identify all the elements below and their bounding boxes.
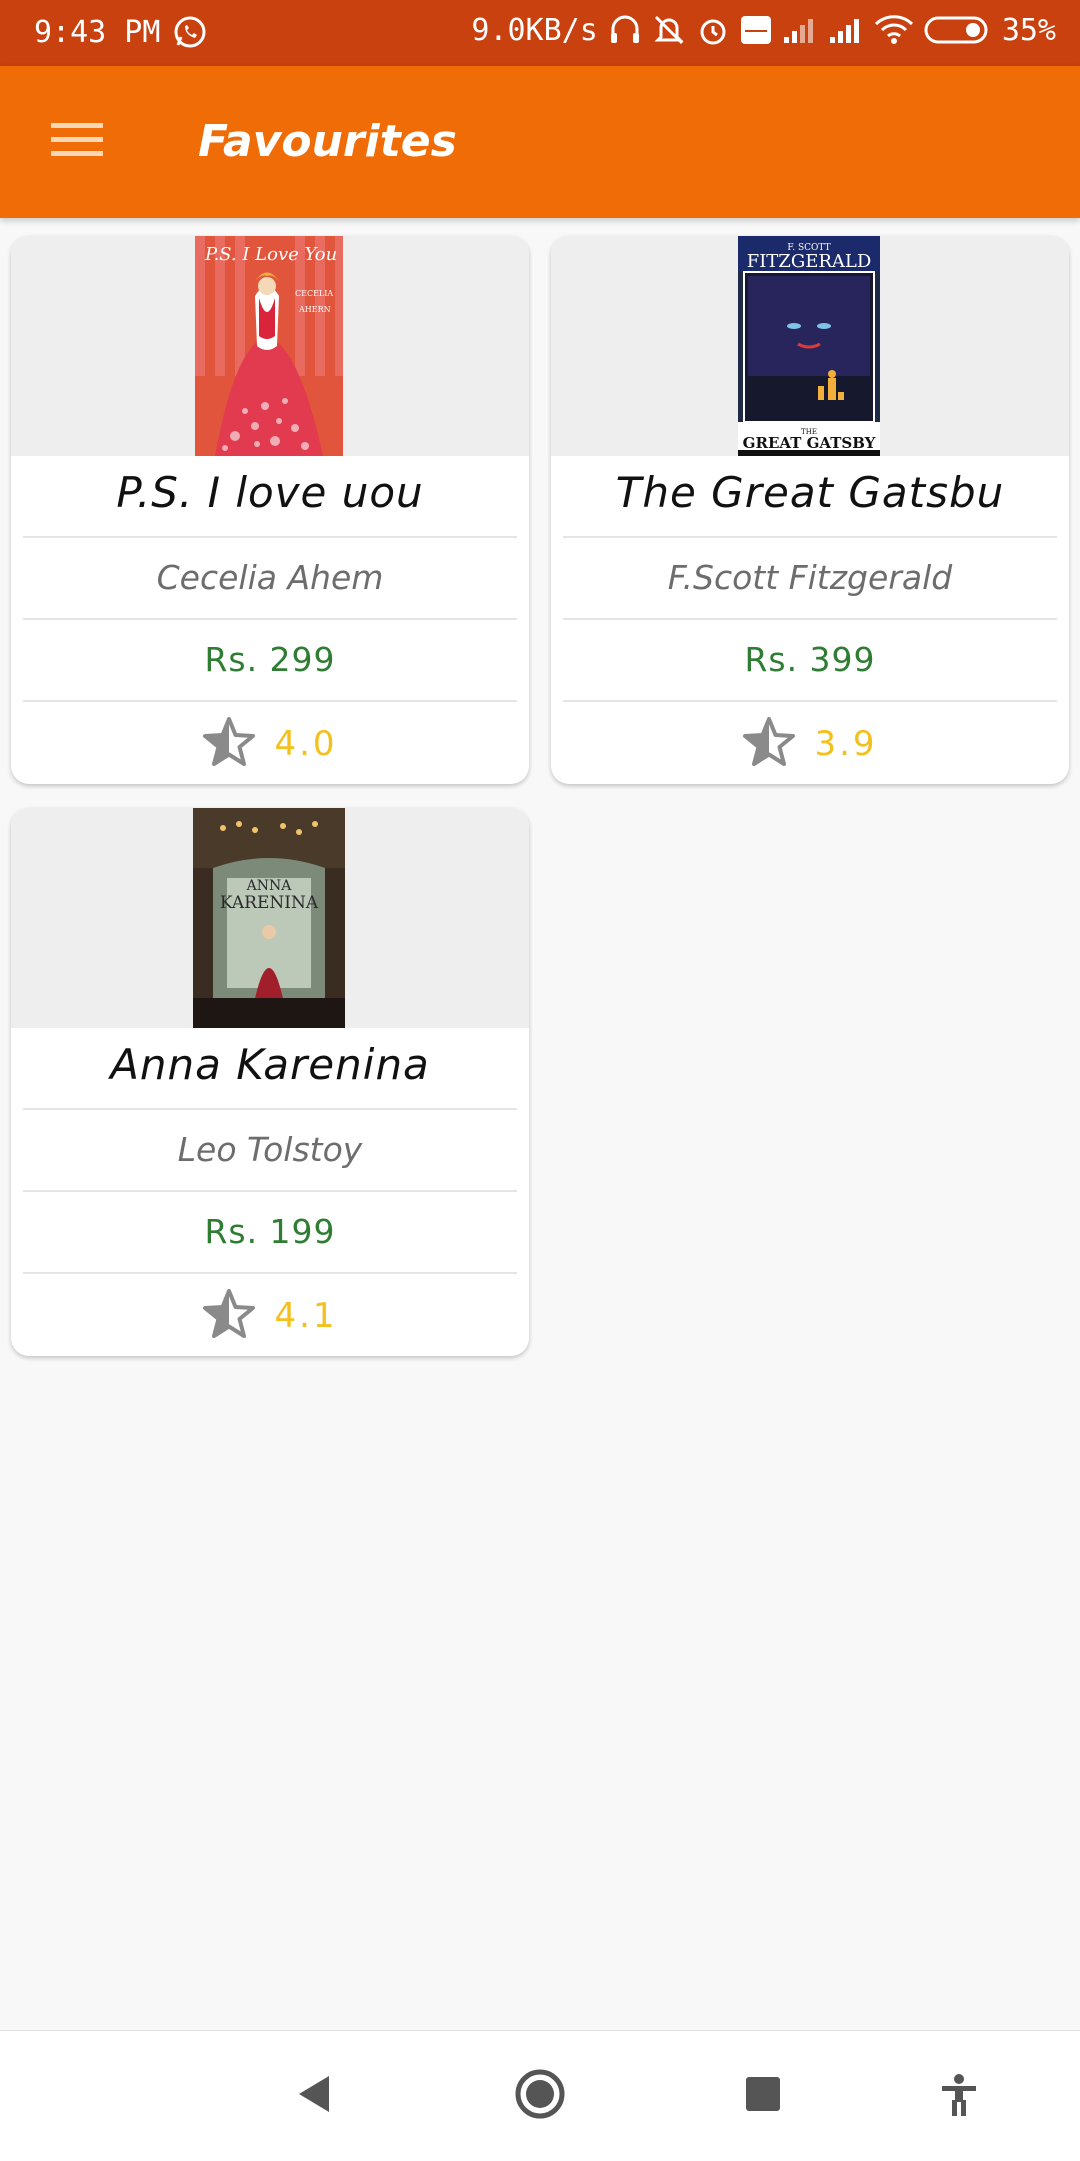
cover-area: ANNA KARENINA <box>11 808 529 1028</box>
rating-value: 4.0 <box>274 724 338 764</box>
app-bar: Favourites <box>0 66 1080 218</box>
book-author: Cecelia Ahem <box>156 558 384 597</box>
whatsapp-icon <box>172 12 208 52</box>
book-price: Rs. 299 <box>204 640 336 679</box>
page-title: Favourites <box>198 116 457 167</box>
book-card[interactable]: F. SCOTT FITZGERALD THE GREAT GATSBY The… <box>551 236 1069 784</box>
accessibility-icon <box>937 2072 981 2120</box>
svg-text:ANNA: ANNA <box>246 878 293 894</box>
status-time: 9:43 PM <box>34 14 161 50</box>
menu-button[interactable] <box>40 111 114 173</box>
divider <box>23 536 517 538</box>
divider <box>563 618 1057 620</box>
battery-level: 35% <box>1001 12 1056 48</box>
book-rating: 4.1 <box>11 1288 529 1344</box>
book-title: The Great Gatsbu <box>615 468 1005 517</box>
half-star-icon <box>742 716 796 772</box>
half-star-icon <box>202 716 256 772</box>
cover-area: F. SCOTT FITZGERALD THE GREAT GATSBY <box>551 236 1069 456</box>
book-card[interactable]: ANNA KARENINA Anna Karenina Leo Tolstoy … <box>11 808 529 1356</box>
svg-text:CECELIA: CECELIA <box>295 289 333 298</box>
divider <box>563 700 1057 702</box>
volte-icon <box>740 10 772 50</box>
svg-text:GREAT GATSBY: GREAT GATSBY <box>743 434 876 452</box>
battery-icon <box>924 10 992 50</box>
status-bar: 9:43 PM 9.0KB/s 35% <box>0 0 1080 66</box>
network-speed: 9.0KB/s <box>471 12 598 48</box>
svg-text:AHERN: AHERN <box>298 305 331 314</box>
home-button[interactable] <box>505 2061 575 2131</box>
book-cover: P.S. I Love You CECELIA AHERN <box>195 236 343 456</box>
book-cover: ANNA KARENINA <box>193 808 345 1028</box>
accessibility-button[interactable] <box>924 2061 994 2131</box>
rating-value: 4.1 <box>274 1296 338 1336</box>
book-rating: 3.9 <box>551 716 1069 772</box>
book-price: Rs. 399 <box>744 640 876 679</box>
divider <box>563 536 1057 538</box>
home-icon <box>514 2068 566 2124</box>
alarm-icon <box>696 10 730 50</box>
notifications-off-icon <box>652 10 686 50</box>
svg-text:KARENINA: KARENINA <box>220 893 319 913</box>
svg-text:FITZGERALD: FITZGERALD <box>747 251 872 272</box>
recents-button[interactable] <box>728 2061 798 2131</box>
book-price: Rs. 199 <box>204 1212 336 1251</box>
divider <box>23 1108 517 1110</box>
book-rating: 4.0 <box>11 716 529 772</box>
back-icon <box>293 2072 333 2120</box>
book-cover: F. SCOTT FITZGERALD THE GREAT GATSBY <box>738 236 880 456</box>
hamburger-menu-icon <box>51 121 103 163</box>
book-author: F.Scott Fitzgerald <box>667 558 953 597</box>
system-nav-bar <box>0 2030 1080 2161</box>
back-button[interactable] <box>278 2061 348 2131</box>
book-title: P.S. I love uou <box>116 468 424 517</box>
book-author: Leo Tolstoy <box>177 1130 363 1169</box>
headset-icon <box>608 10 642 50</box>
rating-value: 3.9 <box>814 724 878 764</box>
signal-icon <box>782 10 818 50</box>
wifi-icon <box>874 10 914 50</box>
half-star-icon <box>202 1288 256 1344</box>
book-title: Anna Karenina <box>110 1040 430 1089</box>
divider <box>23 1272 517 1274</box>
divider <box>23 1190 517 1192</box>
book-card[interactable]: P.S. I Love You CECELIA AHERN P.S. I lov… <box>11 236 529 784</box>
svg-text:P.S. I Love You: P.S. I Love You <box>204 244 337 265</box>
divider <box>23 700 517 702</box>
cover-area: P.S. I Love You CECELIA AHERN <box>11 236 529 456</box>
signal-icon <box>828 10 864 50</box>
divider <box>23 618 517 620</box>
recents-icon <box>744 2075 782 2117</box>
